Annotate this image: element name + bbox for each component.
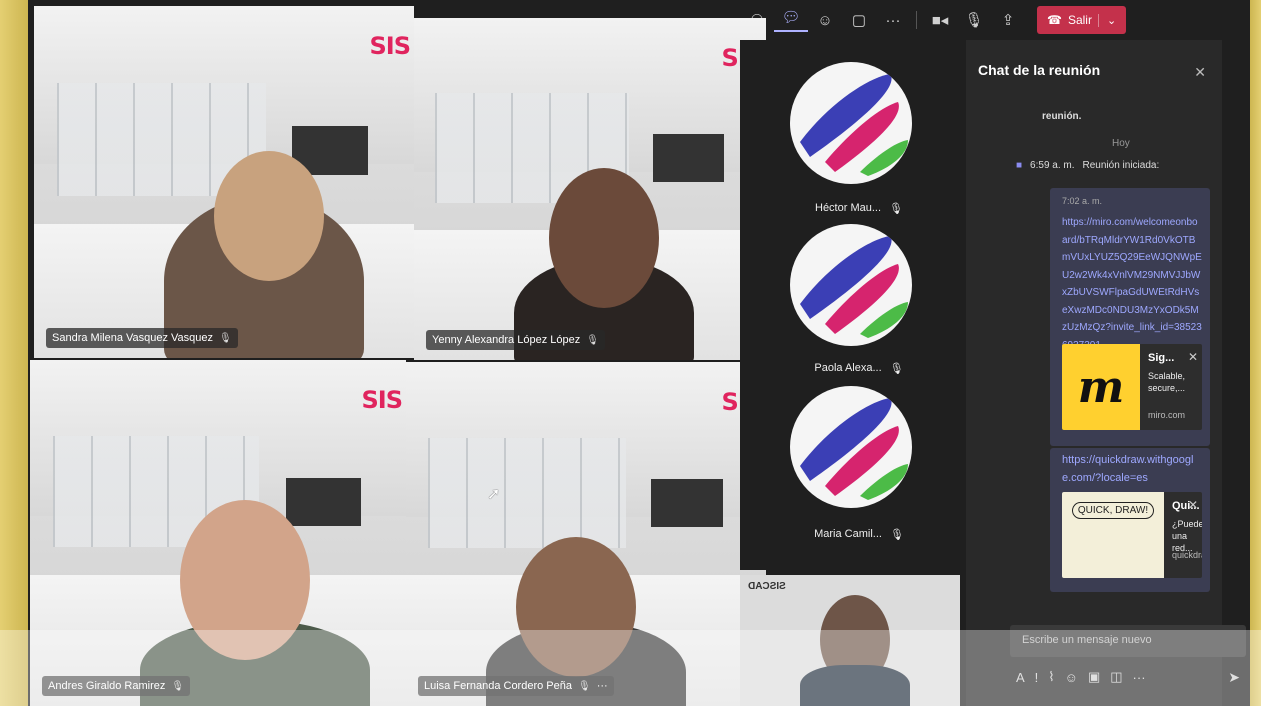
- close-icon[interactable]: ✕: [1194, 64, 1206, 81]
- monitor-bezel-left: [0, 0, 28, 706]
- compose-toolbar: A ! ⌇ ☺ ▣ ◫ ··· ➤: [1010, 662, 1246, 692]
- miro-logo: m: [1062, 344, 1140, 430]
- earlier-message-text: reunión.: [1042, 111, 1082, 122]
- participant-name-tag: Andres Giraldo Ramirez 🎙︎: [42, 676, 191, 696]
- participant-name-tag: Luisa Fernanda Cordero Peña 🎙︎ ···: [418, 676, 614, 696]
- avatar-label: Maria Camil... 🎙︎: [740, 528, 978, 541]
- reactions-icon[interactable]: ☺: [808, 12, 842, 29]
- chat-message: 7:02 a. m. https://miro.com/welcomeonboa…: [1050, 188, 1210, 446]
- mic-off-icon: 🎙︎: [586, 334, 599, 346]
- preview-domain: miro.com: [1148, 410, 1186, 420]
- message-link[interactable]: https://quickdraw.withgoogle.com/?locale…: [1062, 452, 1202, 487]
- avatar: [790, 386, 912, 508]
- close-icon[interactable]: ✕: [1188, 498, 1198, 512]
- participant-name-tag: Sandra Milena Vasquez Vasquez 🎙︎: [46, 328, 238, 348]
- preview-domain: quickdraw.withg...: [1172, 550, 1202, 560]
- emoji-icon[interactable]: ☺: [1065, 670, 1078, 685]
- participant-name-tag: Yenny Alexandra López López 🎙︎: [426, 330, 605, 350]
- mic-off-icon: 🎙︎: [889, 203, 903, 215]
- participant-name: Maria Camil...: [814, 528, 882, 540]
- video-tile[interactable]: SIS Andres Giraldo Ramirez 🎙︎: [30, 360, 406, 706]
- mic-icon[interactable]: 🎙︎: [957, 11, 991, 29]
- monitor-bezel-right: [1250, 0, 1261, 706]
- event-time: 6:59 a. m.: [1030, 160, 1075, 171]
- quickdraw-image: QUICK, DRAW!: [1062, 492, 1164, 578]
- mic-off-icon: 🎙︎: [889, 529, 904, 541]
- meeting-chat-panel: Chat de la reunión ✕ reunión. Hoy ■ 6:59…: [966, 40, 1222, 706]
- preview-description: Scalable, secure,...: [1148, 371, 1186, 393]
- preview-description: ¿Puede una red...: [1172, 519, 1202, 553]
- more-icon[interactable]: ···: [1133, 670, 1146, 685]
- sticker-icon[interactable]: ◫: [1110, 669, 1122, 685]
- more-icon[interactable]: ···: [876, 12, 910, 29]
- attach-icon[interactable]: ⌇: [1048, 669, 1054, 685]
- rooms-icon[interactable]: ▢: [842, 11, 876, 29]
- background-logo: SISCAD: [748, 581, 786, 592]
- meeting-toolbar: ⚇ 💬︎ ☺ ▢ ··· ■◂ 🎙︎ ⇪ ☎ Salir ⌄: [740, 0, 1222, 40]
- event-text: Reunión iniciada:: [1082, 160, 1160, 171]
- participant-name: Yenny Alexandra López López: [432, 334, 581, 346]
- video-camera-icon: ■: [1016, 160, 1023, 171]
- avatar: [790, 224, 912, 346]
- link-preview-card[interactable]: m Sig... ✕ Scalable, secure,... miro.com: [1062, 344, 1202, 430]
- background-logo: SIS: [361, 386, 403, 414]
- participant-name: Sandra Milena Vasquez Vasquez: [52, 332, 214, 344]
- chat-icon[interactable]: 💬︎: [774, 8, 808, 32]
- video-tile[interactable]: SIS Sandra Milena Vasquez Vasquez 🎙︎: [34, 6, 414, 358]
- phone-icon: ☎: [1047, 13, 1062, 27]
- toolbar-divider: [916, 11, 917, 29]
- camera-icon[interactable]: ■◂: [923, 11, 957, 29]
- priority-icon[interactable]: !: [1035, 670, 1039, 685]
- self-view-video[interactable]: SISCAD: [740, 575, 960, 706]
- more-options-icon[interactable]: ···: [597, 680, 608, 692]
- message-link[interactable]: https://miro.com/welcomeonboard/bTRqMldr…: [1062, 214, 1202, 354]
- share-icon[interactable]: ⇪: [991, 11, 1025, 29]
- chat-message: https://quickdraw.withgoogle.com/?locale…: [1050, 448, 1210, 592]
- preview-title: Sig...: [1148, 352, 1175, 364]
- participant-name: Luisa Fernanda Cordero Peña: [424, 680, 572, 692]
- avatar-label: Héctor Mau... 🎙︎: [740, 202, 978, 215]
- meeting-started-event: ■ 6:59 a. m. Reunión iniciada:: [1016, 160, 1159, 171]
- chat-title: Chat de la reunión: [978, 62, 1101, 78]
- format-icon[interactable]: A: [1016, 670, 1025, 685]
- link-preview-card[interactable]: QUICK, DRAW! Qui... ✕ ¿Puede una red... …: [1062, 492, 1202, 578]
- participant-name: Andres Giraldo Ramirez: [48, 680, 166, 692]
- mic-off-icon: 🎙︎: [171, 680, 185, 692]
- close-icon[interactable]: ✕: [1188, 350, 1198, 364]
- leave-label: Salir: [1067, 13, 1092, 27]
- avatar: [790, 62, 912, 184]
- leave-button[interactable]: ☎ Salir ⌄: [1037, 6, 1127, 34]
- participant-name: Héctor Mau...: [815, 202, 882, 214]
- video-tile[interactable]: SIS Luisa Fernanda Cordero Peña 🎙︎ ···: [406, 362, 766, 706]
- chevron-down-icon[interactable]: ⌄: [1097, 13, 1116, 27]
- participant-name: Paola Alexa...: [814, 362, 882, 374]
- mic-off-icon: 🎙︎: [889, 363, 904, 375]
- mic-off-icon: 🎙︎: [219, 332, 232, 344]
- mic-off-icon: 🎙︎: [577, 680, 591, 692]
- send-icon[interactable]: ➤: [1228, 669, 1240, 686]
- day-divider: Hoy: [1112, 138, 1130, 149]
- participants-avatar-column: Héctor Mau... 🎙︎ Paola Alexa... 🎙︎ Maria…: [740, 40, 978, 570]
- background-logo: SIS: [369, 32, 411, 60]
- gif-icon[interactable]: ▣: [1088, 669, 1100, 685]
- video-tile[interactable]: SIS Yenny Alexandra López López 🎙︎: [414, 18, 766, 360]
- mouse-cursor-icon: ➚: [487, 486, 501, 503]
- message-placeholder: Escribe un mensaje nuevo: [1022, 634, 1152, 646]
- avatar-label: Paola Alexa... 🎙︎: [740, 362, 978, 375]
- message-time: 7:02 a. m.: [1062, 196, 1103, 206]
- message-input[interactable]: Escribe un mensaje nuevo: [1010, 625, 1246, 657]
